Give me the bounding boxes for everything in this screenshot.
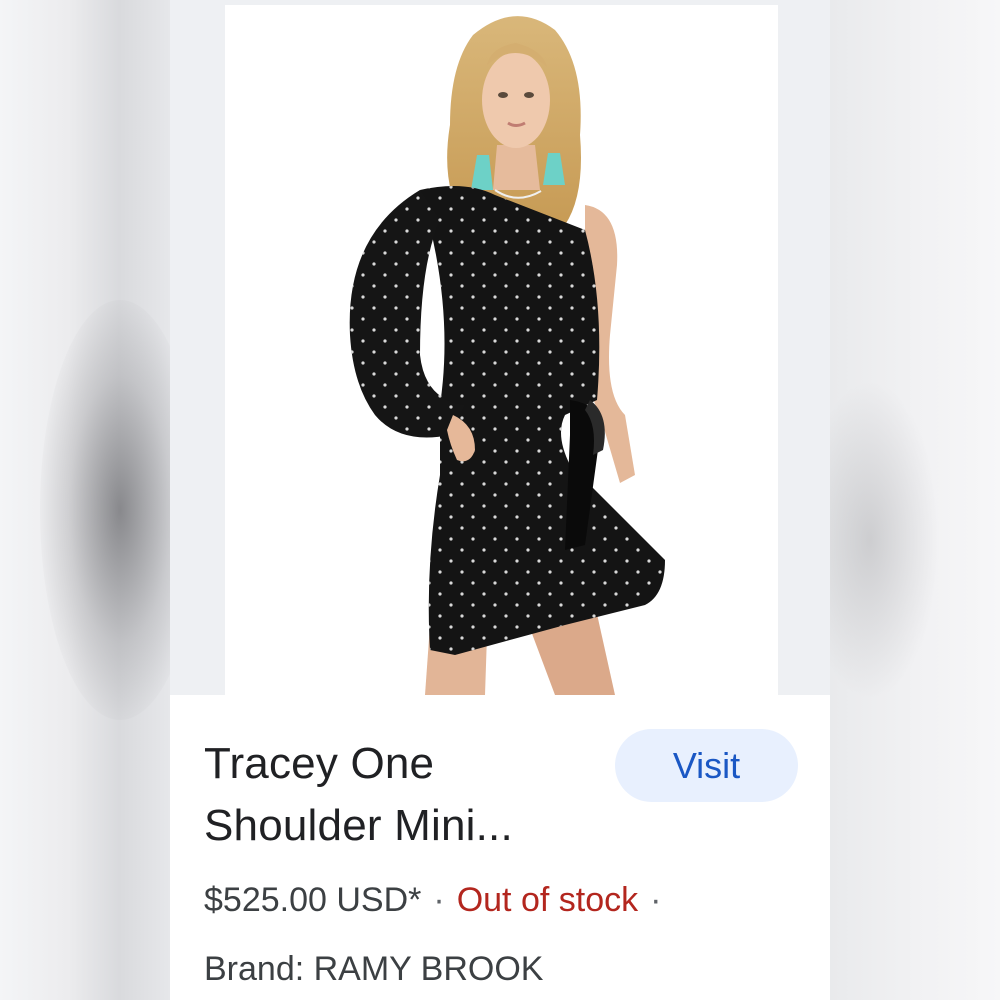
separator: ·	[650, 881, 662, 919]
product-card[interactable]: Tracey One Shoulder Mini... Visit $525.0…	[170, 0, 830, 1000]
product-title-line-1: Tracey One	[204, 739, 435, 788]
background-blur-left	[0, 0, 200, 1000]
brand-label: Brand: RAMY BROOK	[204, 950, 544, 988]
product-title[interactable]: Tracey One Shoulder Mini...	[204, 733, 594, 857]
background-blur-right	[800, 0, 1000, 1000]
product-image[interactable]	[225, 5, 778, 695]
product-image-container[interactable]	[170, 0, 830, 695]
screenshot-stage: Tracey One Shoulder Mini... Visit $525.0…	[0, 0, 1000, 1000]
model-dress-illustration	[349, 16, 665, 695]
stock-status: Out of stock	[456, 881, 639, 919]
price: $525.00 USD*	[204, 881, 422, 919]
visit-button[interactable]: Visit	[615, 729, 798, 802]
price-stock-row: $525.00 USD* · Out of stock ·	[204, 875, 673, 925]
separator: ·	[433, 881, 445, 919]
product-title-line-2: Shoulder Mini...	[204, 801, 513, 850]
